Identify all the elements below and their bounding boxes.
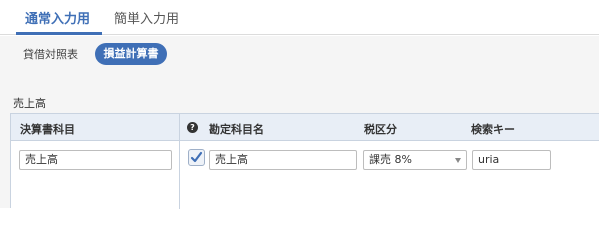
search-key-input[interactable]: uria xyxy=(472,150,551,170)
header-account-name: 勘定科目名 xyxy=(209,123,264,136)
active-tab-indicator xyxy=(16,32,102,35)
section-title: 売上高 xyxy=(13,97,46,110)
chevron-down-icon xyxy=(455,158,461,163)
settlement-item-input[interactable]: 売上高 xyxy=(19,150,172,170)
checkmark-icon xyxy=(190,151,203,163)
header-settlement-item: 決算書科目 xyxy=(20,123,75,136)
subtab-income-statement[interactable]: 損益計算書 xyxy=(95,43,167,65)
header-tax-category: 税区分 xyxy=(364,123,397,136)
header-search-key: 検索キー xyxy=(471,123,515,136)
tax-category-select[interactable]: 課売 8% xyxy=(363,150,467,170)
table-header: 決算書科目 ? 勘定科目名 税区分 検索キー xyxy=(11,114,599,141)
tab-simple-input[interactable]: 簡単入力用 xyxy=(114,8,179,27)
use-checkbox[interactable] xyxy=(188,149,205,166)
help-icon[interactable]: ? xyxy=(187,122,198,133)
account-name-input[interactable]: 売上高 xyxy=(209,150,357,170)
subtab-balance-sheet[interactable]: 貸借対照表 xyxy=(23,46,78,62)
tab-normal-input[interactable]: 通常入力用 xyxy=(25,8,90,27)
column-divider xyxy=(179,114,180,209)
top-tab-bar: 通常入力用 簡単入力用 xyxy=(0,0,599,35)
